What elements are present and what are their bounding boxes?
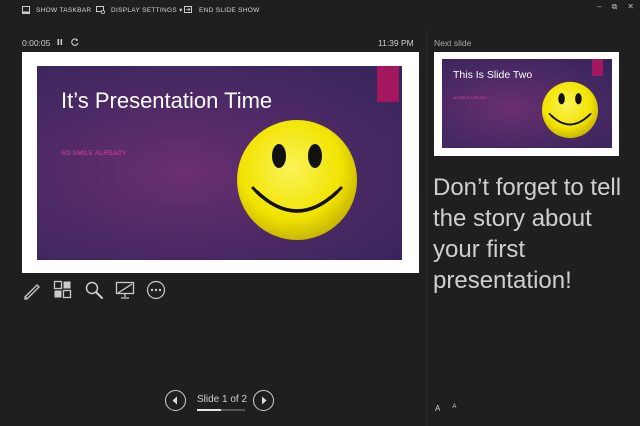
pause-icon[interactable] [56, 37, 64, 47]
decrease-font-button[interactable]: A [452, 404, 456, 413]
presenter-toolbar: SHOW TASKBAR DISPLAY SETTINGS ▾ END SLID… [0, 0, 640, 24]
clock: 11:39 PM [378, 38, 414, 48]
close-button[interactable]: ✕ [627, 2, 634, 12]
next-icon [262, 396, 267, 405]
next-slide-subtitle: SO SMILE ALREADY [453, 96, 487, 100]
window-controls: – ⧉ ✕ [597, 2, 634, 12]
display-settings-button[interactable]: DISPLAY SETTINGS ▾ [96, 6, 183, 14]
end-show-icon [184, 6, 192, 13]
presenter-tools [22, 280, 166, 300]
black-screen-icon[interactable] [115, 280, 135, 300]
slide-navigation: Slide 1 of 2 [165, 390, 275, 414]
smiley-face-icon [237, 120, 357, 240]
current-slide-canvas: It’s Presentation Time SO SMILE ALREADY [37, 66, 402, 260]
zoom-icon[interactable] [84, 280, 104, 300]
see-all-slides-icon[interactable] [53, 280, 73, 300]
current-slide-subtitle: SO SMILE ALREADY [61, 150, 127, 157]
restart-icon[interactable] [70, 37, 80, 47]
minimize-button[interactable]: – [597, 2, 601, 12]
speaker-notes[interactable]: Don’t forget to tell the story about you… [433, 172, 633, 296]
pen-icon[interactable] [22, 280, 42, 300]
slide-counter: Slide 1 of 2 [197, 394, 248, 405]
more-options-icon[interactable] [146, 280, 166, 300]
end-slide-show-label: END SLIDE SHOW [199, 6, 260, 14]
pane-divider [426, 28, 427, 426]
next-slide-button[interactable] [253, 390, 274, 411]
next-slide-canvas: This Is Slide Two SO SMILE ALREADY [442, 59, 612, 148]
previous-slide-button[interactable] [165, 390, 186, 411]
notes-font-controls: A A [435, 404, 456, 413]
current-slide-title: It’s Presentation Time [61, 88, 273, 113]
end-slide-show-button[interactable]: END SLIDE SHOW [184, 6, 260, 14]
taskbar-icon [22, 6, 30, 14]
next-slide-label: Next slide [434, 38, 472, 48]
display-settings-icon [96, 6, 105, 14]
next-slide-title: This Is Slide Two [453, 69, 533, 81]
next-smiley-face-icon [541, 81, 599, 139]
restore-button[interactable]: ⧉ [612, 2, 618, 12]
show-taskbar-button[interactable]: SHOW TASKBAR [22, 6, 91, 14]
accent-tab [377, 66, 399, 102]
slide-progress-bar [197, 409, 245, 411]
increase-font-button[interactable]: A [435, 404, 440, 413]
next-accent-tab [592, 59, 603, 76]
show-taskbar-label: SHOW TASKBAR [36, 6, 92, 14]
previous-icon [172, 396, 177, 405]
display-settings-label: DISPLAY SETTINGS ▾ [111, 7, 183, 14]
slide-progress-fill [197, 409, 221, 411]
next-slide-preview[interactable]: This Is Slide Two SO SMILE ALREADY [434, 52, 619, 156]
elapsed-timer: 0:00:05 [22, 38, 51, 48]
current-slide[interactable]: It’s Presentation Time SO SMILE ALREADY [22, 52, 419, 273]
